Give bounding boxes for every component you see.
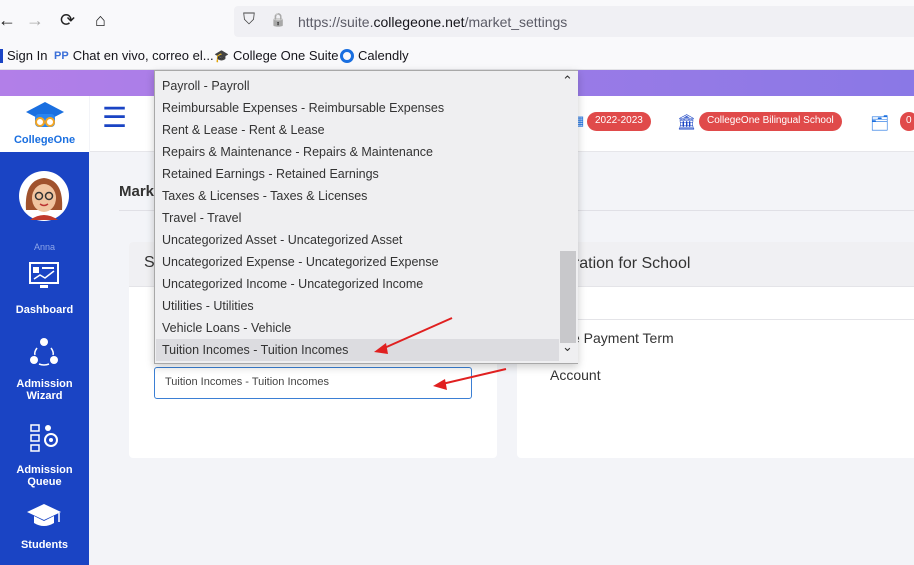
- logo[interactable]: CollegeOne: [0, 96, 89, 152]
- folder-search-icon[interactable]: 🗂: [870, 114, 889, 132]
- dropdown-option[interactable]: Travel - Travel: [156, 207, 559, 229]
- shield-icon[interactable]: ⛉: [243, 11, 255, 29]
- back-icon[interactable]: ←: [0, 10, 16, 31]
- admission-wizard-icon: [30, 338, 58, 366]
- dropdown-option[interactable]: Repairs & Maintenance - Repairs & Mainte…: [156, 141, 559, 163]
- payment-term-label: ce Payment Term: [565, 330, 674, 346]
- account-label: Account: [550, 367, 601, 383]
- sidebar-item-admission-wizard[interactable]: Admission Wizard: [0, 336, 89, 404]
- count-badge[interactable]: 0: [900, 112, 914, 131]
- scroll-up-icon[interactable]: ⌃: [562, 74, 573, 87]
- dropdown-option[interactable]: Rent & Lease - Rent & Lease: [156, 119, 559, 141]
- admission-queue-icon: [30, 424, 58, 452]
- sidebar-item-label-2: Wizard: [26, 390, 63, 402]
- account-dropdown-list[interactable]: Payroll - Payroll Reimbursable Expenses …: [154, 70, 578, 364]
- logo-text: CollegeOne: [13, 134, 76, 146]
- bookmark-label: Chat en vivo, correo el...: [72, 48, 214, 63]
- school-icon: 🏛: [677, 114, 697, 131]
- forward-icon[interactable]: →: [26, 10, 44, 31]
- bookmark-label: Sign In: [7, 48, 48, 63]
- bookmark-chat[interactable]: PP Chat en vivo, correo el...: [54, 48, 214, 63]
- chat-icon: PP: [54, 49, 69, 62]
- sidebar-item-label: Students: [20, 539, 69, 551]
- dropdown-option[interactable]: Uncategorized Expense - Uncategorized Ex…: [156, 251, 559, 273]
- dashboard-icon: [29, 262, 59, 288]
- year-badge[interactable]: 2022-2023: [587, 112, 651, 131]
- reload-icon[interactable]: ⟳: [60, 10, 75, 31]
- calendly-icon: [340, 48, 354, 63]
- page-title: Mark: [119, 183, 155, 200]
- sidebar: [0, 96, 89, 565]
- bookmark-college-one-suite[interactable]: 🎓 College One Suite: [214, 48, 338, 63]
- dropdown-option[interactable]: Uncategorized Asset - Uncategorized Asse…: [156, 229, 559, 251]
- home-icon[interactable]: ⌂: [95, 10, 106, 31]
- logo-icon: [26, 102, 64, 127]
- dropdown-option[interactable]: Payroll - Payroll: [156, 75, 559, 97]
- sidebar-item-label: Dashboard: [15, 304, 74, 316]
- scrollbar-thumb[interactable]: [560, 251, 576, 343]
- dropdown-option[interactable]: Taxes & Licenses - Taxes & Licenses: [156, 185, 559, 207]
- dropdown-option[interactable]: Retained Earnings - Retained Earnings: [156, 163, 559, 185]
- dropdown-option[interactable]: Utilities - Utilities: [156, 295, 559, 317]
- url-text[interactable]: https://suite.collegeone.net/market_sett…: [298, 14, 567, 30]
- sidebar-item-dashboard[interactable]: Dashboard: [0, 258, 89, 318]
- bookmark-icon: [0, 48, 3, 63]
- avatar[interactable]: [18, 170, 70, 222]
- dropdown-option-selected[interactable]: Tuition Incomes - Tuition Incomes: [156, 339, 559, 361]
- bookmark-label: Calendly: [358, 48, 409, 63]
- school-badge[interactable]: CollegeOne Bilingual School: [699, 112, 842, 131]
- user-name: Anna: [33, 242, 56, 252]
- dropdown-option[interactable]: Vehicle Loans - Vehicle: [156, 317, 559, 339]
- sidebar-item-label-2: Queue: [27, 476, 62, 488]
- sidebar-item-admission-queue[interactable]: Admission Queue: [0, 422, 89, 490]
- account-select[interactable]: Tuition Incomes - Tuition Incomes: [154, 367, 472, 399]
- menu-icon[interactable]: ☰: [102, 102, 127, 134]
- sidebar-item-students[interactable]: Students: [0, 500, 89, 556]
- dropdown-option[interactable]: Reimbursable Expenses - Reimbursable Exp…: [156, 97, 559, 119]
- scroll-down-icon[interactable]: ⌄: [562, 340, 573, 353]
- bookmark-label: College One Suite: [232, 48, 339, 63]
- graduation-cap-icon: 🎓: [214, 48, 229, 63]
- card-title: uration for School: [565, 255, 691, 272]
- sidebar-item-label: Admission: [16, 464, 73, 476]
- dropdown-option[interactable]: Uncategorized Income - Uncategorized Inc…: [156, 273, 559, 295]
- lock-icon[interactable]: 🔒: [270, 12, 286, 28]
- graduation-cap-icon: [27, 504, 61, 526]
- sidebar-item-label: Admission: [16, 378, 73, 390]
- bookmark-calendly[interactable]: Calendly: [340, 48, 409, 63]
- bookmark-sign-in[interactable]: Sign In: [0, 48, 47, 63]
